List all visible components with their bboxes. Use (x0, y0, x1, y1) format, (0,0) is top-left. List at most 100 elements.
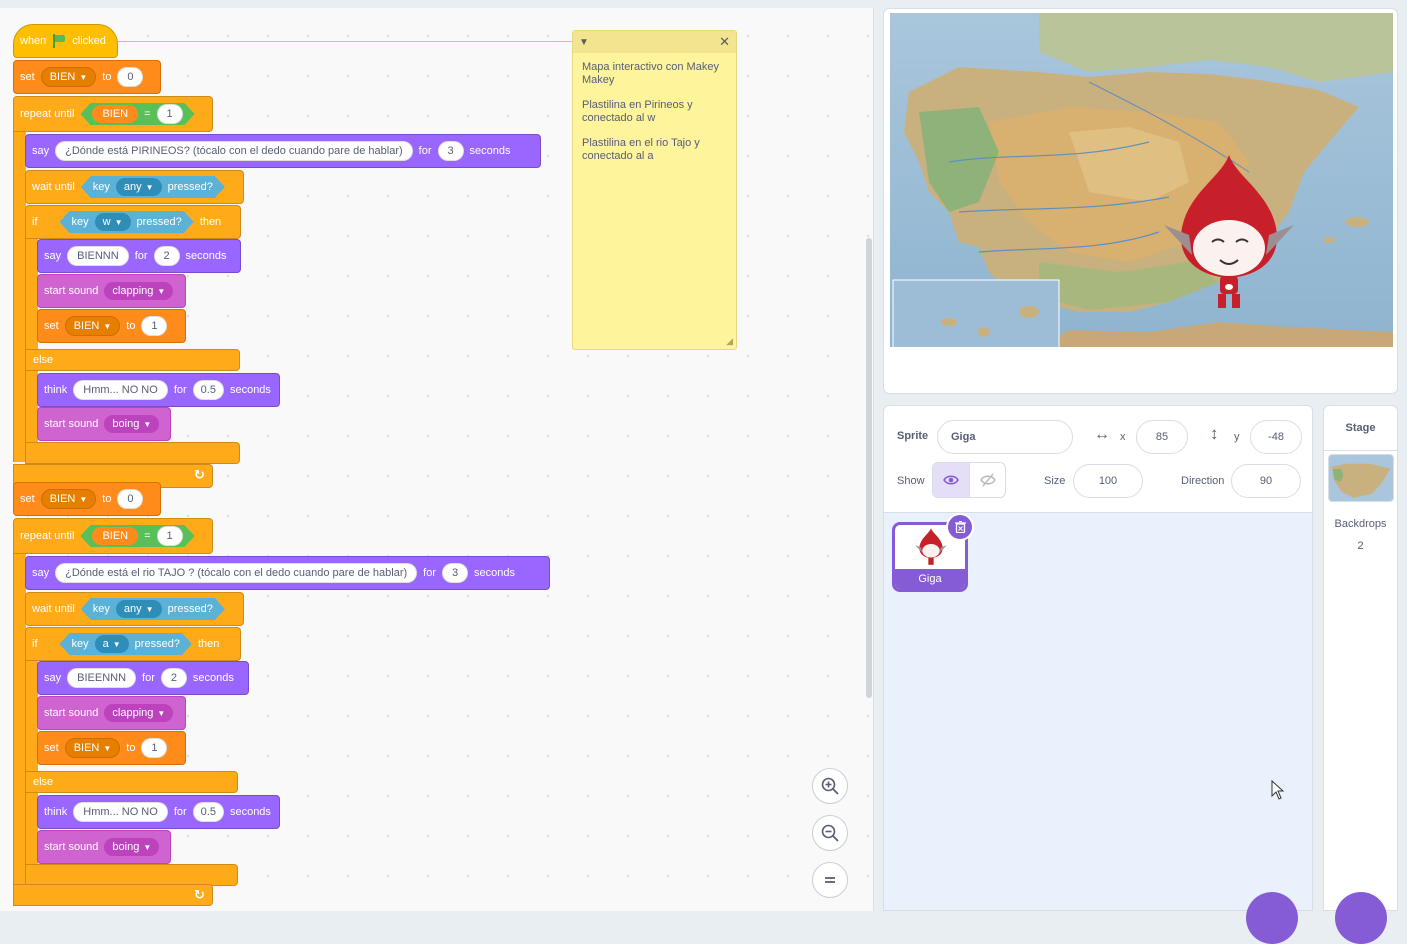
green-flag-icon (52, 34, 66, 48)
repeat-until-block[interactable]: repeat until BIEN = 1 (13, 518, 213, 554)
key-pressed-sensor[interactable]: key any ▼ pressed? (81, 176, 225, 198)
vertical-scrollbar[interactable] (866, 238, 872, 698)
equals-operator[interactable]: BIEN = 1 (80, 103, 194, 125)
value-input[interactable]: 1 (157, 526, 183, 546)
chevron-down-icon: ▼ (157, 286, 166, 296)
comment-header[interactable]: ▼ ✕ (573, 31, 736, 53)
repeat-until-block[interactable]: repeat until BIEN = 1 (13, 96, 213, 132)
stage-selector-pane[interactable]: Stage Backdrops 2 (1323, 405, 1398, 911)
x-input[interactable]: 85 (1136, 420, 1188, 454)
message-input[interactable]: Hmm... NO NO (73, 802, 168, 822)
key-dropdown[interactable]: any ▼ (116, 600, 162, 618)
think-for-secs-block[interactable]: think Hmm... NO NO for 0.5 seconds (37, 795, 280, 829)
set-variable-block[interactable]: set BIEN ▼ to 0 (13, 60, 161, 94)
backdrop-thumbnail[interactable] (1328, 454, 1394, 502)
seconds-input[interactable]: 2 (160, 668, 187, 688)
start-sound-block[interactable]: start sound boing ▼ (37, 407, 171, 441)
sound-dropdown[interactable]: boing ▼ (104, 838, 160, 856)
chevron-down-icon: ▼ (143, 419, 152, 429)
start-sound-block[interactable]: start sound clapping ▼ (37, 274, 186, 308)
choose-backdrop-button[interactable] (1335, 892, 1387, 944)
wait-until-block[interactable]: wait until key any ▼ pressed? (25, 170, 244, 204)
chevron-down-icon: ▼ (103, 743, 112, 753)
seconds-input[interactable]: 0.5 (192, 380, 224, 400)
variable-dropdown[interactable]: BIEN ▼ (40, 489, 97, 509)
for-label: for (173, 806, 187, 818)
value-input[interactable]: 1 (157, 104, 183, 124)
zoom-in-icon (821, 777, 839, 795)
stage-canvas[interactable] (889, 12, 1394, 348)
key-label: key (71, 638, 89, 650)
value-input[interactable]: 0 (117, 489, 144, 509)
key-dropdown[interactable]: w ▼ (95, 213, 131, 231)
close-icon[interactable]: ✕ (719, 34, 730, 50)
size-input[interactable]: 100 (1073, 464, 1143, 498)
key-pressed-sensor[interactable]: key a ▼ pressed? (60, 633, 192, 655)
variable-dropdown[interactable]: BIEN ▼ (64, 738, 121, 758)
wait-until-block[interactable]: wait until key any ▼ pressed? (25, 592, 244, 626)
sound-dropdown[interactable]: boing ▼ (104, 415, 160, 433)
sound-dropdown[interactable]: clapping ▼ (104, 282, 174, 300)
seconds-input[interactable]: 3 (442, 563, 468, 583)
variable-reporter[interactable]: BIEN (92, 527, 138, 545)
choose-sprite-button[interactable] (1246, 892, 1298, 944)
set-variable-block[interactable]: set BIEN ▼ to 1 (37, 309, 186, 343)
sprite-name-input[interactable]: Giga (937, 420, 1073, 454)
value-input[interactable]: 1 (141, 316, 168, 336)
key-dropdown[interactable]: a ▼ (95, 635, 129, 653)
seconds-input[interactable]: 3 (437, 141, 464, 161)
comment-note[interactable]: ▼ ✕ Mapa interactivo con Makey Makey Pla… (572, 30, 737, 350)
when-flag-clicked-block[interactable]: when clicked (13, 24, 118, 58)
say-for-secs-block[interactable]: say ¿Dónde está PIRINEOS? (tócalo con el… (25, 134, 541, 168)
seconds-input[interactable]: 2 (153, 246, 180, 266)
direction-input[interactable]: 90 (1231, 464, 1301, 498)
zoom-in-button[interactable] (812, 768, 848, 804)
variable-dropdown[interactable]: BIEN ▼ (64, 316, 121, 336)
if-else-block[interactable]: if key a ▼ pressed? then (25, 627, 241, 661)
equals-sign: = (144, 108, 151, 120)
variable-reporter[interactable]: BIEN (92, 105, 138, 123)
stage-panel[interactable] (883, 8, 1398, 394)
seconds-input[interactable]: 0.5 (192, 802, 224, 822)
zoom-reset-button[interactable] (812, 862, 848, 898)
key-label: key (92, 603, 110, 615)
start-sound-label: start sound (44, 418, 99, 430)
comment-body[interactable]: Mapa interactivo con Makey Makey Plastil… (573, 53, 736, 183)
eye-off-icon (979, 473, 996, 487)
size-value: 100 (1098, 475, 1118, 487)
giga-sprite[interactable] (1154, 150, 1304, 315)
code-area[interactable]: when clicked set BIEN ▼ to 0 repeat until… (0, 8, 874, 911)
equals-sign: = (144, 530, 151, 542)
say-for-secs-block[interactable]: say BIENNN for 2 seconds (37, 239, 241, 273)
key-dropdown[interactable]: any ▼ (116, 178, 162, 196)
start-sound-block[interactable]: start sound boing ▼ (37, 830, 171, 864)
message-input[interactable]: ¿Dónde está PIRINEOS? (tócalo con el ded… (55, 141, 413, 161)
resize-handle-icon[interactable]: ◢ (726, 336, 733, 347)
set-variable-block[interactable]: set BIEN ▼ to 0 (13, 482, 161, 516)
say-for-secs-block[interactable]: say BIEENNN for 2 seconds (37, 661, 249, 695)
message-input[interactable]: BIEENNN (67, 668, 137, 688)
if-end-bar (25, 864, 238, 886)
if-else-block[interactable]: if key w ▼ pressed? then (25, 205, 241, 239)
value-input[interactable]: 0 (117, 67, 144, 87)
key-pressed-sensor[interactable]: key any ▼ pressed? (81, 598, 225, 620)
collapse-icon[interactable]: ▼ (579, 37, 589, 48)
variable-dropdown[interactable]: BIEN ▼ (40, 67, 97, 87)
message-input[interactable]: BIENNN (67, 246, 129, 266)
say-for-secs-block[interactable]: say ¿Dónde está el rio TAJO ? (tócalo co… (25, 556, 550, 590)
trash-icon (954, 521, 966, 533)
value-input[interactable]: 1 (141, 738, 168, 758)
show-hidden-button[interactable] (970, 463, 1005, 497)
message-input[interactable]: Hmm... NO NO (73, 380, 168, 400)
equals-operator[interactable]: BIEN = 1 (80, 525, 194, 547)
set-variable-block[interactable]: set BIEN ▼ to 1 (37, 731, 186, 765)
delete-sprite-button[interactable] (946, 513, 974, 541)
start-sound-block[interactable]: start sound clapping ▼ (37, 696, 186, 730)
message-input[interactable]: ¿Dónde está el rio TAJO ? (tócalo con el… (55, 563, 418, 583)
y-input[interactable]: -48 (1250, 420, 1302, 454)
sound-dropdown[interactable]: clapping ▼ (104, 704, 174, 722)
show-visible-button[interactable] (933, 463, 970, 497)
key-pressed-sensor[interactable]: key w ▼ pressed? (60, 211, 194, 233)
zoom-out-button[interactable] (812, 815, 848, 851)
think-for-secs-block[interactable]: think Hmm... NO NO for 0.5 seconds (37, 373, 280, 407)
